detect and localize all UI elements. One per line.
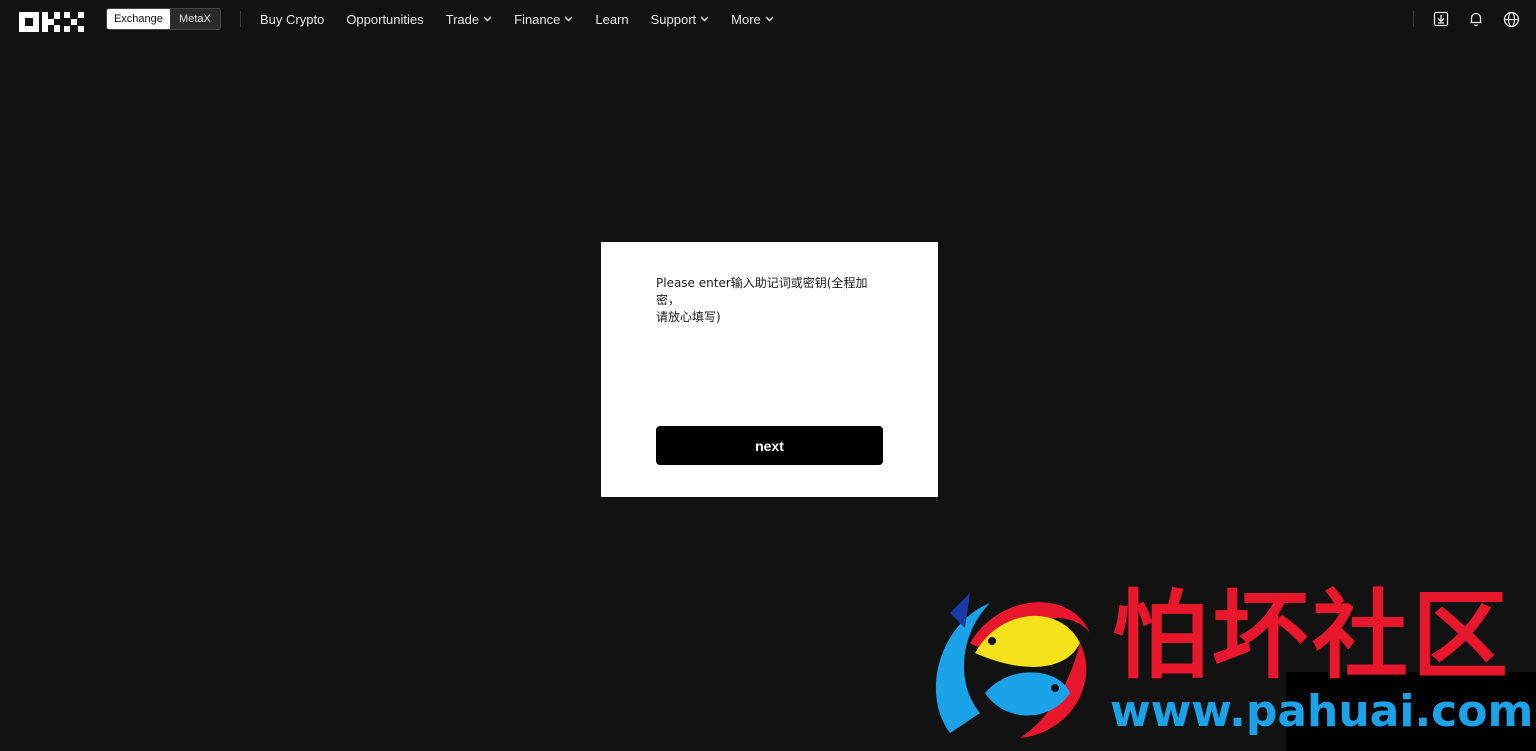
menu-item-label: Opportunities <box>346 11 424 27</box>
chevron-down-icon <box>483 16 492 22</box>
chevron-down-icon <box>765 16 774 22</box>
switch-exchange[interactable]: Exchange <box>107 9 170 29</box>
bell-icon <box>1470 12 1482 27</box>
menu-item-label: Trade <box>445 11 480 27</box>
chevron-down-icon <box>564 16 573 22</box>
menu-item-trade[interactable]: Trade <box>446 12 492 27</box>
chevron-down-icon <box>700 16 709 22</box>
menu-item-more[interactable]: More <box>731 12 774 27</box>
fish-logo-icon <box>935 593 1090 738</box>
mnemonic-input[interactable] <box>656 314 883 414</box>
download-icon <box>1433 11 1449 27</box>
menu-item-label: Finance <box>514 11 561 27</box>
top-nav: Exchange MetaX Buy Crypto Opportunities … <box>0 0 1536 38</box>
menu-item-label: Learn <box>595 11 629 27</box>
next-button[interactable]: next <box>656 426 883 465</box>
okx-logo-icon[interactable] <box>19 12 85 32</box>
watermark-brand: 怕坏社区 <box>1112 579 1512 692</box>
download-button[interactable] <box>1431 9 1451 29</box>
menu-item-label: Support <box>650 11 697 27</box>
language-button[interactable] <box>1501 9 1521 29</box>
menu-item-label: Buy Crypto <box>260 11 325 27</box>
menu-item-buy-crypto[interactable]: Buy Crypto <box>260 12 324 27</box>
menu-item-support[interactable]: Support <box>651 12 710 27</box>
menu-item-opportunities[interactable]: Opportunities <box>346 12 423 27</box>
nav-divider <box>1413 11 1414 27</box>
globe-icon <box>1503 11 1519 27</box>
switch-metax[interactable]: MetaX <box>169 9 220 29</box>
menu-item-learn[interactable]: Learn <box>595 12 628 27</box>
notifications-button[interactable] <box>1466 9 1486 29</box>
mnemonic-dialog: Please enter输入助记词或密钥(全程加密， 请放心填写) next <box>601 242 938 497</box>
prompt-line: Please enter输入助记词或密钥(全程加密， <box>656 276 868 307</box>
nav-divider <box>240 11 241 27</box>
main-menu: Buy Crypto Opportunities Trade Finance L… <box>260 0 796 38</box>
menu-item-finance[interactable]: Finance <box>514 12 573 27</box>
menu-item-label: More <box>731 11 761 27</box>
watermark-url: www.pahuai.com <box>1110 686 1534 737</box>
exchange-metax-switch: Exchange MetaX <box>106 8 221 30</box>
